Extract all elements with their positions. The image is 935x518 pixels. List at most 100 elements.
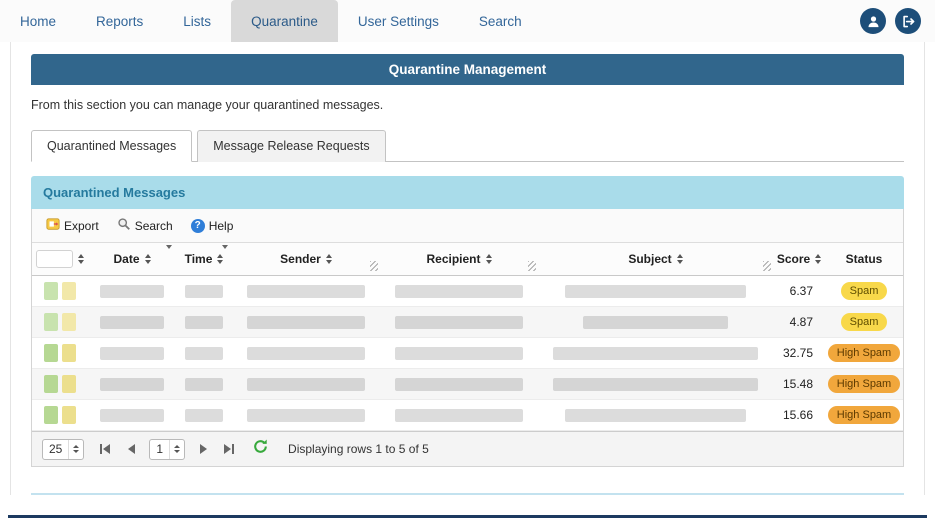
nav-item-user-settings[interactable]: User Settings bbox=[338, 0, 459, 42]
tab-label: Message Release Requests bbox=[213, 139, 369, 153]
score-cell: 15.66 bbox=[773, 408, 825, 422]
recipient-cell bbox=[380, 316, 538, 329]
column-resize-handle[interactable] bbox=[528, 261, 536, 271]
export-button[interactable]: Export bbox=[40, 214, 105, 237]
logout-button[interactable] bbox=[895, 8, 921, 34]
intro-text: From this section you can manage your qu… bbox=[31, 98, 904, 112]
select-all-box[interactable] bbox=[36, 250, 73, 268]
search-label: Search bbox=[135, 219, 173, 233]
nav-label: Reports bbox=[96, 14, 143, 29]
date-cell bbox=[88, 378, 176, 391]
sort-icons bbox=[78, 254, 84, 264]
tab-quarantined-messages[interactable]: Quarantined Messages bbox=[31, 130, 192, 162]
redacted-subject bbox=[553, 347, 757, 360]
column-resize-handle[interactable] bbox=[370, 261, 378, 271]
user-account-button[interactable] bbox=[860, 8, 886, 34]
column-label: Subject bbox=[628, 252, 671, 266]
nav-item-lists[interactable]: Lists bbox=[163, 0, 231, 42]
search-icon bbox=[117, 217, 131, 234]
help-button[interactable]: ? Help bbox=[185, 216, 240, 236]
time-cell bbox=[176, 378, 232, 391]
release-indicator bbox=[44, 282, 58, 300]
table-row[interactable]: 6.37 Spam bbox=[32, 276, 903, 307]
first-page-icon bbox=[100, 444, 102, 454]
release-indicator bbox=[44, 406, 58, 424]
export-icon bbox=[46, 217, 60, 234]
spinner-icons[interactable] bbox=[68, 440, 83, 459]
time-cell bbox=[176, 347, 232, 360]
redacted-sender bbox=[247, 409, 365, 422]
nav-label: Home bbox=[20, 14, 56, 29]
sort-icons bbox=[217, 254, 223, 264]
sender-cell bbox=[232, 285, 380, 298]
first-page-button[interactable] bbox=[97, 440, 113, 458]
column-label: Date bbox=[113, 252, 139, 266]
redacted-subject bbox=[553, 378, 757, 391]
last-page-button[interactable] bbox=[221, 440, 237, 458]
pagination-status: Displaying rows 1 to 5 of 5 bbox=[288, 442, 429, 456]
main-content: Quarantine Management From this section … bbox=[10, 42, 925, 495]
column-header-select[interactable] bbox=[32, 243, 88, 275]
redacted-date bbox=[100, 409, 164, 422]
nav-item-reports[interactable]: Reports bbox=[76, 0, 163, 42]
table-row[interactable]: 32.75 High Spam bbox=[32, 338, 903, 369]
sort-icons bbox=[326, 254, 332, 264]
sender-cell bbox=[232, 378, 380, 391]
table-row[interactable]: 15.48 High Spam bbox=[32, 369, 903, 400]
nav-label: User Settings bbox=[358, 14, 439, 29]
next-page-button[interactable] bbox=[195, 440, 211, 458]
table-row[interactable]: 4.87 Spam bbox=[32, 307, 903, 338]
status-cell: High Spam bbox=[825, 375, 903, 393]
column-label: Recipient bbox=[426, 252, 480, 266]
search-button[interactable]: Search bbox=[111, 214, 179, 237]
status-cell: High Spam bbox=[825, 344, 903, 362]
tab-message-release-requests[interactable]: Message Release Requests bbox=[197, 130, 385, 162]
user-icon bbox=[866, 14, 881, 29]
pagination-bar: 25 1 bbox=[32, 431, 903, 466]
column-header-subject[interactable]: Subject bbox=[538, 243, 773, 275]
release-indicator bbox=[44, 344, 58, 362]
column-header-score[interactable]: Score bbox=[773, 243, 825, 275]
redacted-time bbox=[185, 316, 223, 329]
row-indicators bbox=[32, 344, 88, 362]
help-label: Help bbox=[209, 219, 234, 233]
redacted-subject bbox=[565, 285, 747, 298]
date-cell bbox=[88, 316, 176, 329]
column-label: Sender bbox=[280, 252, 321, 266]
quarantine-tabs: Quarantined Messages Message Release Req… bbox=[31, 129, 904, 162]
score-cell: 4.87 bbox=[773, 315, 825, 329]
quarantined-messages-widget: Quarantined Messages Export Search bbox=[31, 176, 904, 495]
status-badge: Spam bbox=[841, 282, 888, 300]
redacted-subject bbox=[583, 316, 728, 329]
column-header-recipient[interactable]: Recipient bbox=[380, 243, 538, 275]
column-header-sender[interactable]: Sender bbox=[232, 243, 380, 275]
redacted-date bbox=[100, 316, 164, 329]
table-row[interactable]: 15.66 High Spam bbox=[32, 400, 903, 431]
page-number-input[interactable]: 1 bbox=[149, 439, 185, 460]
export-label: Export bbox=[64, 219, 99, 233]
column-header-date[interactable]: Date bbox=[88, 243, 176, 275]
redacted-recipient bbox=[395, 347, 523, 360]
redacted-date bbox=[100, 347, 164, 360]
nav-item-home[interactable]: Home bbox=[0, 0, 76, 42]
spinner-icons[interactable] bbox=[169, 440, 184, 459]
redacted-recipient bbox=[395, 409, 523, 422]
column-header-status[interactable]: Status bbox=[825, 243, 903, 275]
widget-body: Export Search ? Help bbox=[31, 209, 904, 467]
redacted-sender bbox=[247, 316, 365, 329]
nav-item-quarantine[interactable]: Quarantine bbox=[231, 0, 338, 42]
column-header-time[interactable]: Time bbox=[176, 243, 232, 275]
status-badge: High Spam bbox=[828, 406, 900, 424]
prev-page-button[interactable] bbox=[123, 440, 139, 458]
time-cell bbox=[176, 316, 232, 329]
subject-cell bbox=[538, 378, 773, 391]
column-resize-handle[interactable] bbox=[763, 261, 771, 271]
status-cell: High Spam bbox=[825, 406, 903, 424]
nav-item-search[interactable]: Search bbox=[459, 0, 542, 42]
refresh-button[interactable] bbox=[252, 438, 269, 460]
nav-label: Lists bbox=[183, 14, 211, 29]
page-size-select[interactable]: 25 bbox=[42, 439, 84, 460]
time-cell bbox=[176, 409, 232, 422]
table-body: 6.37 Spam 4.87 Spam bbox=[32, 276, 903, 431]
page-size-value: 25 bbox=[43, 442, 68, 456]
